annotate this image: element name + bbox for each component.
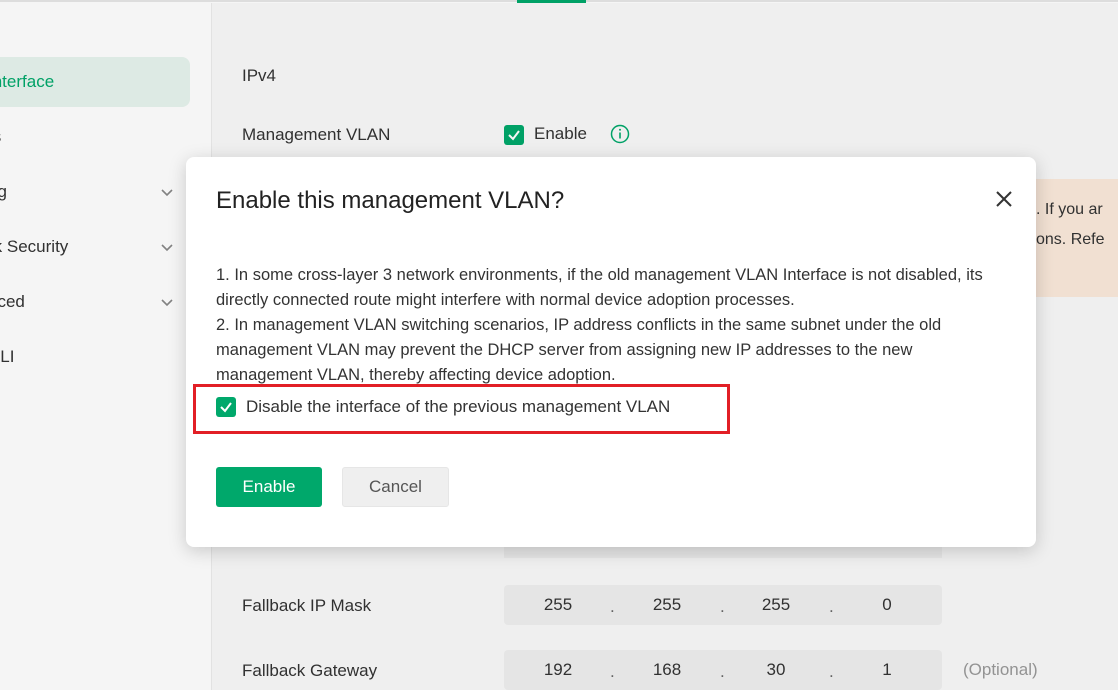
dialog-body-paragraph: 2. In management VLAN switching scenario… <box>216 316 942 384</box>
dialog-title: Enable this management VLAN? <box>216 187 565 214</box>
dialog-body: 1. In some cross-layer 3 network environ… <box>216 263 1006 388</box>
page: Interface ts ng rk Security nced CLI IPv… <box>0 0 1118 690</box>
close-icon[interactable] <box>994 189 1014 209</box>
disable-previous-vlan-label[interactable]: Disable the interface of the previous ma… <box>246 397 670 417</box>
check-icon <box>220 402 232 413</box>
cancel-button[interactable]: Cancel <box>342 467 449 507</box>
confirm-dialog: Enable this management VLAN? 1. In some … <box>186 157 1036 547</box>
dialog-body-paragraph: 1. In some cross-layer 3 network environ… <box>216 266 983 309</box>
disable-previous-vlan-checkbox[interactable] <box>216 397 236 417</box>
enable-button[interactable]: Enable <box>216 467 322 507</box>
